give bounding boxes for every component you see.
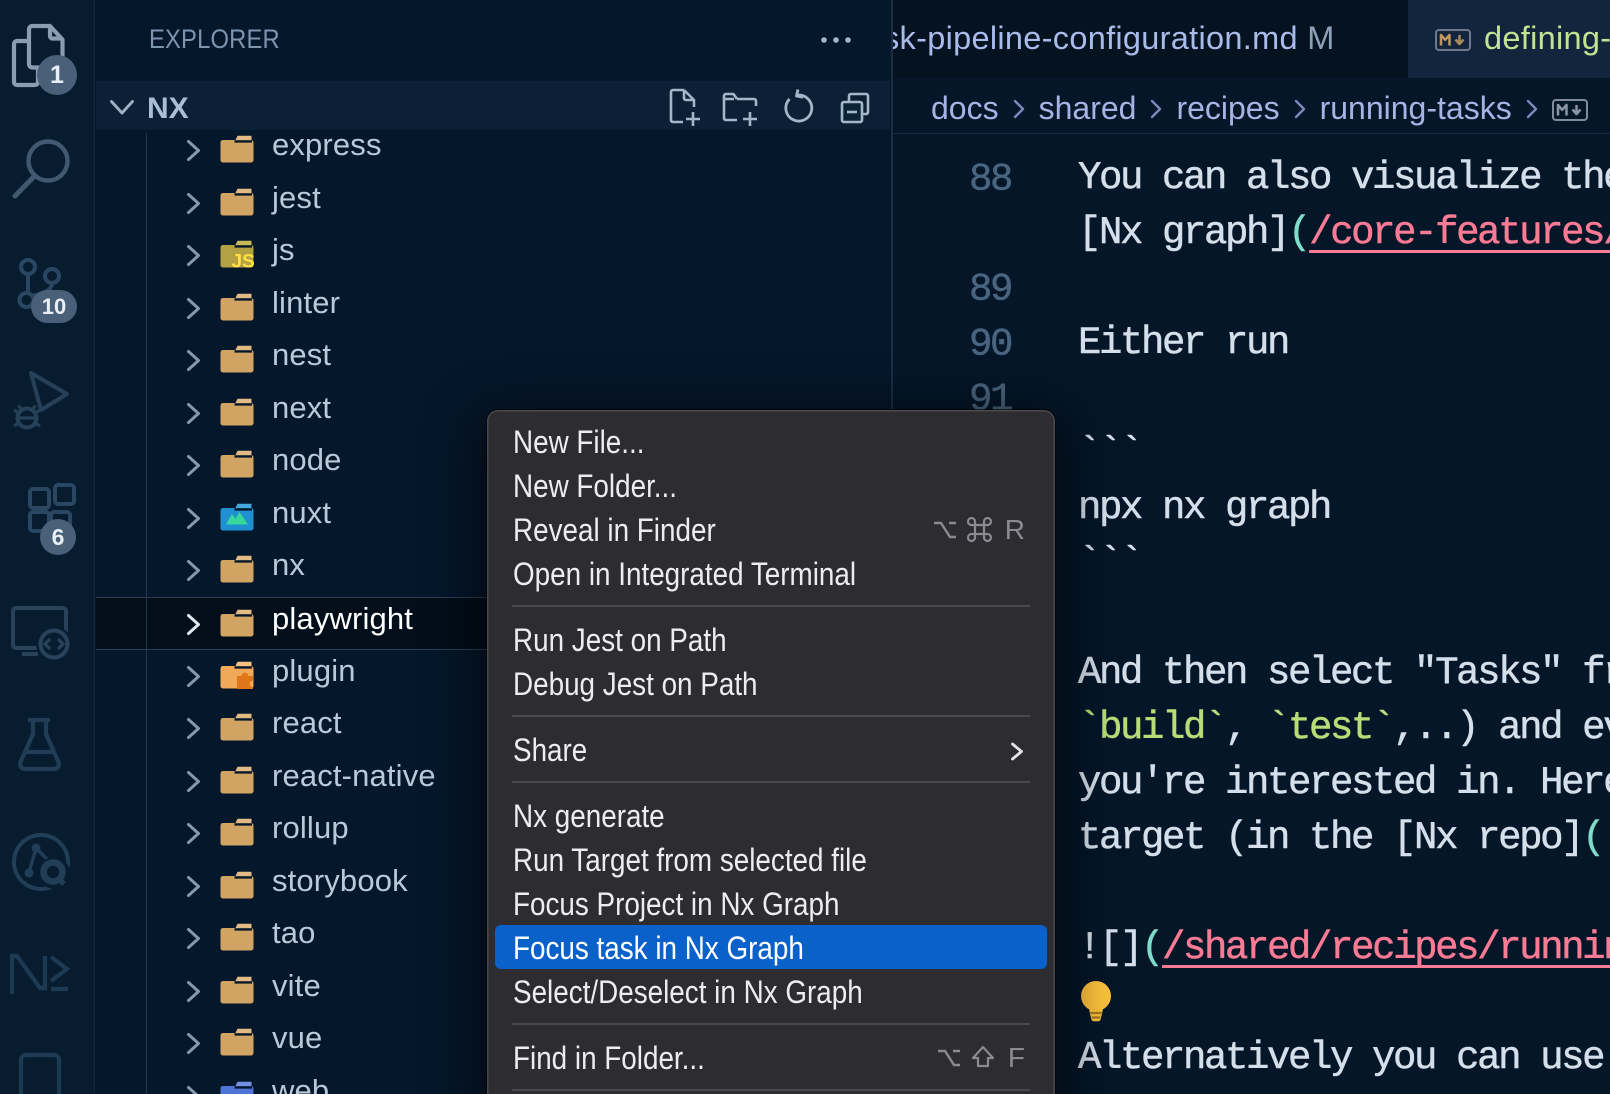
svg-text:JS: JS <box>232 252 255 269</box>
